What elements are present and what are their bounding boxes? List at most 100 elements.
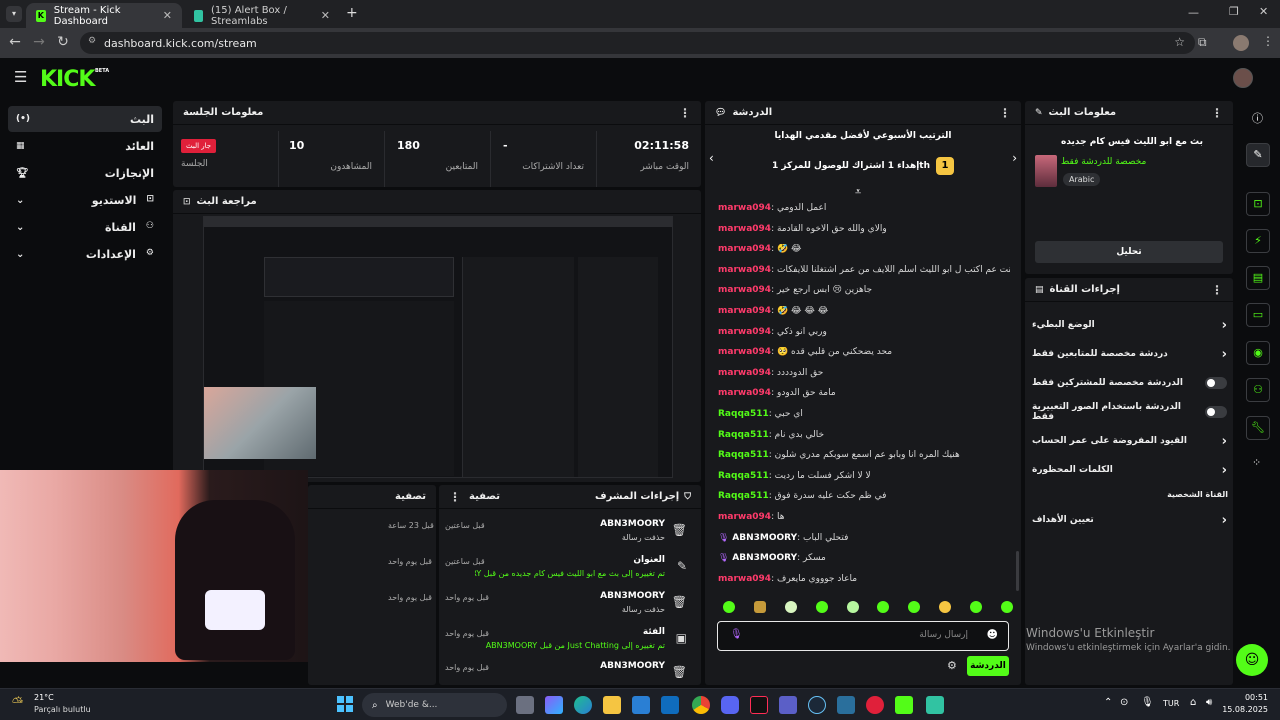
kebab-menu-icon[interactable]: ⋮ xyxy=(679,106,691,120)
app-icon[interactable] xyxy=(837,696,855,714)
chat-tool-button[interactable]: ▭ xyxy=(1246,303,1270,327)
edge-icon[interactable] xyxy=(574,696,592,714)
followers-only-row[interactable]: دردشة مخصصة للمتابعين فقط › xyxy=(1032,340,1227,368)
chat-message[interactable]: marwa094: وربي انو ذكي xyxy=(718,327,1010,345)
chat-username[interactable]: marwa094 xyxy=(718,244,771,254)
chat-settings-icon[interactable]: ⚙ xyxy=(947,659,957,672)
emote-icon[interactable] xyxy=(784,601,797,613)
wrench-tool-button[interactable]: 🔧︎ xyxy=(1246,416,1270,440)
leaderboard-next-icon[interactable]: › xyxy=(1012,151,1017,165)
chat-message[interactable]: marwa094: كنت عم اكتب ل ابو الليث اسلم ا… xyxy=(718,265,1010,283)
chat-username[interactable]: marwa094 xyxy=(718,512,771,522)
chat-message[interactable]: marwa094: 🤣 😂 😂 😂 xyxy=(718,306,1010,324)
forward-icon[interactable]: → xyxy=(26,34,52,50)
kebab-menu-icon[interactable]: ⋮ xyxy=(999,106,1011,120)
lightning-tool-button[interactable]: ⚡︎ xyxy=(1246,229,1270,253)
chat-username[interactable]: Raqqa511 xyxy=(718,450,769,460)
emote-icon[interactable] xyxy=(723,601,735,613)
chat-username[interactable]: Raqqa511 xyxy=(718,430,769,440)
chat-username[interactable]: marwa094 xyxy=(718,368,771,378)
teams-icon[interactable] xyxy=(779,696,797,714)
chat-message[interactable]: Raqqa511: لا لا أشكر فسلت ما رديت xyxy=(718,471,1010,489)
chat-message[interactable]: marwa094: جاهزين 😢 ابس ارجع خير xyxy=(718,285,1010,303)
tab-kick-dashboard[interactable]: K Stream - Kick Dashboard ✕ xyxy=(26,3,182,28)
clock-date[interactable]: 15.08.2025 xyxy=(1222,705,1268,714)
clock-time[interactable]: 00:51 xyxy=(1228,693,1268,702)
emote-icon[interactable] xyxy=(877,601,890,613)
send-chat-button[interactable]: الدردشة xyxy=(967,656,1009,676)
notes-tool-button[interactable]: ▤ xyxy=(1246,266,1270,290)
kebab-menu-icon[interactable]: ⋮ xyxy=(449,490,461,504)
emote-icon[interactable] xyxy=(908,601,921,613)
new-tab-icon[interactable]: + xyxy=(346,5,358,21)
hamburger-menu-icon[interactable]: ☰ xyxy=(14,68,27,86)
sidebar-item-channel[interactable]: ⌄ القناة ⚇ xyxy=(8,214,162,240)
chat-input[interactable]: 🎙︎ إرسال رسالة ☻ xyxy=(717,621,1009,651)
chat-username[interactable]: marwa094 xyxy=(718,306,771,316)
support-chat-icon[interactable]: ☺ xyxy=(1236,644,1268,676)
stream-preview-video[interactable] xyxy=(203,216,673,478)
edit-stream-button[interactable]: تحليل xyxy=(1035,241,1223,263)
app-icon[interactable] xyxy=(866,696,884,714)
chat-message[interactable]: marwa094: حق الدودددد xyxy=(718,368,1010,386)
emote-icon[interactable] xyxy=(815,601,828,613)
tiktok-icon[interactable] xyxy=(750,696,768,714)
emote-icon[interactable] xyxy=(939,601,952,613)
chat-username[interactable]: marwa094 xyxy=(718,203,771,213)
chat-username[interactable]: ABN3MOORY xyxy=(732,533,797,543)
chat-username[interactable]: marwa094 xyxy=(718,224,771,234)
more-tools-icon[interactable]: ⁘ xyxy=(1252,456,1261,469)
chat-message[interactable]: 🎙︎ ABN3MOORY: فتحلي الباب xyxy=(718,533,1010,551)
scene-tool-button[interactable]: ⊡ xyxy=(1246,192,1270,216)
close-window-icon[interactable]: ✕ xyxy=(1259,5,1268,18)
volume-icon[interactable]: 🔊︎ xyxy=(1206,697,1212,708)
tray-app-icon[interactable]: ⊙ xyxy=(1120,697,1128,708)
broadcast-tool-button[interactable]: ◉ xyxy=(1246,341,1270,365)
emote-only-toggle[interactable] xyxy=(1205,406,1227,418)
site-info-icon[interactable]: ⚙ xyxy=(88,36,96,46)
close-tab-icon[interactable]: ✕ xyxy=(163,9,172,22)
chat-message[interactable]: marwa094: والاي والله حق الاخوه القادمة xyxy=(718,224,1010,242)
url-field[interactable]: ⚙ dashboard.kick.com/stream ☆ xyxy=(80,32,1195,54)
emote-icon[interactable] xyxy=(970,601,982,613)
emoji-icon[interactable]: ☻ xyxy=(987,628,998,641)
back-icon[interactable]: ← xyxy=(2,34,28,50)
collapse-leaderboard-icon[interactable]: ⩡ xyxy=(855,185,861,199)
weather-desc[interactable]: Parçalı bulutlu xyxy=(34,705,91,714)
weather-temp[interactable]: 21°C xyxy=(34,693,54,702)
subscribers-only-toggle[interactable] xyxy=(1205,377,1227,389)
chat-username[interactable]: marwa094 xyxy=(718,285,771,295)
bookmark-star-icon[interactable]: ☆ xyxy=(1174,35,1185,49)
chat-message[interactable]: marwa094: مامة حق الدودو xyxy=(718,388,1010,406)
chat-username[interactable]: marwa094 xyxy=(718,265,771,275)
start-button[interactable] xyxy=(337,696,353,712)
leaderboard-prev-icon[interactable]: ‹ xyxy=(709,151,714,165)
banned-words-row[interactable]: الكلمات المحظورة › xyxy=(1032,456,1227,484)
sidebar-item-stream[interactable]: (•) البث xyxy=(8,106,162,132)
user-avatar[interactable] xyxy=(1233,68,1253,88)
kebab-menu-icon[interactable]: ⋮ xyxy=(1211,106,1223,120)
copilot-icon[interactable] xyxy=(545,696,563,714)
chat-message[interactable]: marwa094: ها xyxy=(718,512,1010,530)
chat-username[interactable]: ABN3MOORY xyxy=(732,553,797,563)
tab-list-icon[interactable]: ▾ xyxy=(6,6,22,22)
set-goals-row[interactable]: تعيين الأهداف › xyxy=(1032,506,1227,534)
taskbar-search[interactable]: ⌕ Web'de &... xyxy=(362,693,507,717)
browser-menu-icon[interactable]: ⋮ xyxy=(1262,34,1274,48)
chat-scrollbar[interactable] xyxy=(1016,551,1019,591)
tab-streamlabs[interactable]: (15) Alert Box / Streamlabs ✕ xyxy=(184,3,340,28)
chat-message[interactable]: Raqqa511: في ظم حكت عليه سدرة فوق xyxy=(718,491,1010,509)
chat-message[interactable]: marwa094: محد يضحكني من قلبي قده 🥺 xyxy=(718,347,1010,365)
task-view-icon[interactable] xyxy=(516,696,534,714)
chat-message[interactable]: marwa094: ماعاد جوووي مايعرف xyxy=(718,574,1010,592)
tray-chevron-icon[interactable]: ⌃ xyxy=(1104,697,1112,708)
network-icon[interactable]: ⌂ xyxy=(1190,697,1196,708)
chat-username[interactable]: marwa094 xyxy=(718,327,771,337)
steam-icon[interactable] xyxy=(808,696,826,714)
edit-tool-button[interactable]: ✎ xyxy=(1246,143,1270,167)
sidebar-item-settings[interactable]: ⌄ الإعدادات ⚙ xyxy=(8,241,162,267)
app-icon[interactable] xyxy=(895,696,913,714)
chat-message[interactable]: marwa094: اعمل الدومي xyxy=(718,203,1010,221)
chat-message[interactable]: Raqqa511: هنيك المره انا وبابو عم اسمع س… xyxy=(718,450,1010,468)
close-tab-icon[interactable]: ✕ xyxy=(321,9,330,22)
